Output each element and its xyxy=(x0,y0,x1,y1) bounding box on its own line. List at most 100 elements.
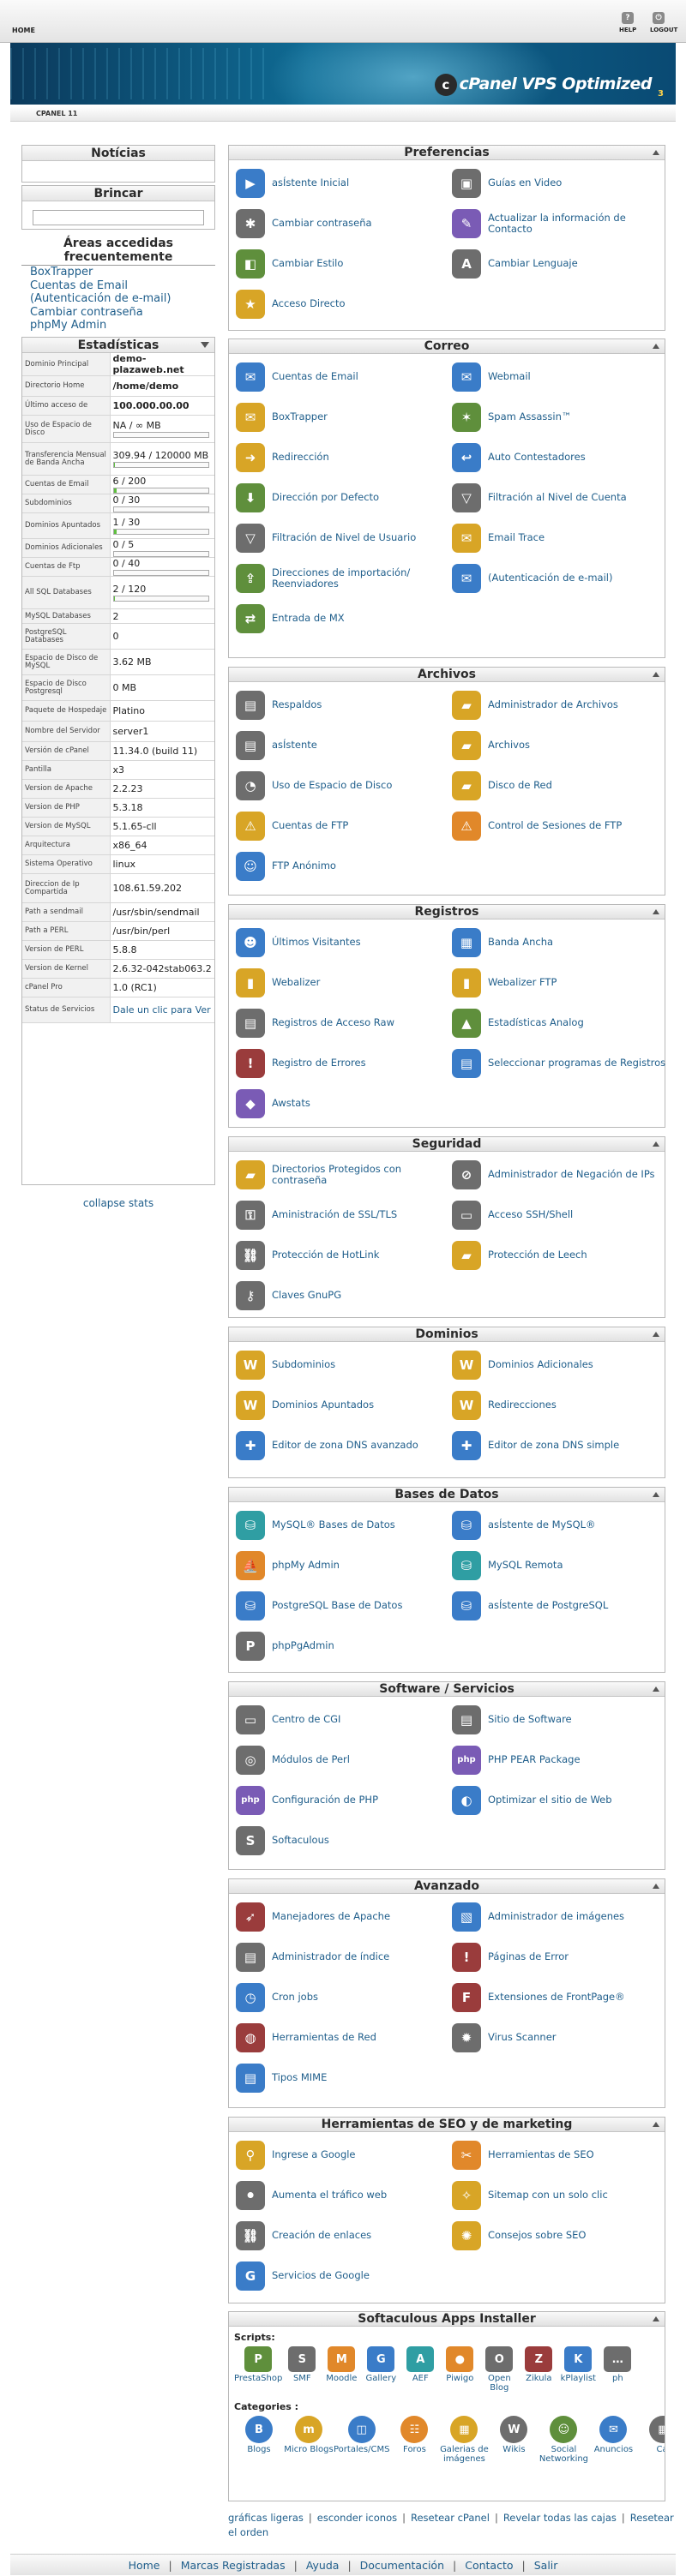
panel-item[interactable]: ➜Redirección xyxy=(236,437,452,477)
panel-item[interactable]: ◷Cron jobs xyxy=(236,1977,452,2017)
panel-item[interactable]: ⛓Creación de enlaces xyxy=(236,2215,452,2255)
panel-item[interactable]: ⚠Control de Sesiones de FTP xyxy=(452,806,668,846)
panel-item[interactable]: ⛵phpMy Admin xyxy=(236,1545,452,1585)
category-item[interactable]: ◫Portales/CMS xyxy=(334,2416,389,2481)
category-item[interactable]: ▦Galerias de imágenes xyxy=(439,2416,489,2481)
panel-item[interactable]: ✉BoxTrapper xyxy=(236,397,452,437)
script-item[interactable]: OOpen Blog xyxy=(479,2346,519,2396)
footer-link[interactable]: Documentación xyxy=(360,2559,444,2572)
panel-item[interactable]: ✹Virus Scanner xyxy=(452,2017,668,2058)
panel-item[interactable]: ACambiar Lenguaje xyxy=(452,243,668,284)
category-item[interactable]: ✉Anuncios xyxy=(588,2416,638,2481)
search-input[interactable] xyxy=(33,210,204,225)
panel-item[interactable]: phpConfiguración de PHP xyxy=(236,1780,452,1820)
panel-item[interactable]: ▦Banda Ancha xyxy=(452,922,668,962)
panel-item[interactable]: ⚿Aministración de SSL/TLS xyxy=(236,1195,452,1235)
panel-collapse-icon[interactable] xyxy=(653,1686,659,1692)
panel-item[interactable]: ▰Archivos xyxy=(452,725,668,765)
panel-item[interactable]: ▰Protección de Leech xyxy=(452,1235,668,1275)
panel-item[interactable]: ✚Editor de zona DNS avanzado xyxy=(236,1425,452,1465)
panel-item[interactable]: ✚Editor de zona DNS simple xyxy=(452,1425,668,1465)
script-item[interactable]: GGallery xyxy=(361,2346,400,2396)
footer-link[interactable]: Home xyxy=(129,2559,160,2572)
frequent-area-link[interactable]: (Autenticación de e-mail) xyxy=(21,292,215,306)
footer-option-link[interactable]: Resetear cPanel xyxy=(411,2512,490,2524)
logout-button[interactable]: ⏻ LOGOUT xyxy=(650,12,667,33)
footer-link[interactable]: Contacto xyxy=(465,2559,513,2572)
panel-item[interactable]: ▰Disco de Red xyxy=(452,765,668,806)
panel-item[interactable]: ⊘Administrador de Negación de IPs xyxy=(452,1154,668,1195)
panel-item[interactable]: ▤Tipos MIME xyxy=(236,2058,452,2098)
panel-item[interactable]: ✂Herramientas de SEO xyxy=(452,2135,668,2175)
panel-item[interactable]: ▽Filtración de Nivel de Usuario xyxy=(236,518,452,558)
panel-item[interactable]: WRedirecciones xyxy=(452,1385,668,1425)
panel-item[interactable]: ▲Estadísticas Analog xyxy=(452,1003,668,1043)
panel-item[interactable]: ◐Optimizar el sitio de Web xyxy=(452,1780,668,1820)
panel-item[interactable]: ▭Centro de CGI xyxy=(236,1699,452,1740)
footer-option-link[interactable]: Revelar todas las cajas xyxy=(503,2512,617,2524)
panel-item[interactable]: ◍Herramientas de Red xyxy=(236,2017,452,2058)
script-item[interactable]: SSMF xyxy=(282,2346,322,2396)
panel-item[interactable]: WDominios Adicionales xyxy=(452,1345,668,1385)
category-item[interactable]: ☷Foros xyxy=(389,2416,439,2481)
help-button[interactable]: ? HELP xyxy=(619,12,636,33)
panel-item[interactable]: ✉(Autenticación de e-mail) xyxy=(452,558,668,598)
panel-item[interactable]: ✉Cuentas de Email xyxy=(236,356,452,397)
panel-item[interactable]: SSoftaculous xyxy=(236,1820,452,1860)
panel-item[interactable]: ➶Manejadores de Apache xyxy=(236,1896,452,1937)
panel-collapse-icon[interactable] xyxy=(653,344,659,349)
panel-collapse-icon[interactable] xyxy=(653,1492,659,1497)
panel-item[interactable]: ▣Guías en Video xyxy=(452,163,668,203)
panel-item[interactable]: ▧Administrador de imágenes xyxy=(452,1896,668,1937)
panel-item[interactable]: ▤Administrador de índice xyxy=(236,1937,452,1977)
panel-item[interactable]: ✱Cambiar contraseña xyxy=(236,203,452,243)
collapse-arrow-icon[interactable] xyxy=(201,342,209,348)
panel-item[interactable]: ▤Sitio de Software xyxy=(452,1699,668,1740)
panel-item[interactable]: ⇪Direcciones de importación/ Reenviadore… xyxy=(236,558,452,598)
panel-item[interactable]: ▰Administrador de Archivos xyxy=(452,685,668,725)
category-item[interactable]: mMicro Blogs xyxy=(284,2416,334,2481)
panel-item[interactable]: ✎Actualizar la información de Contacto xyxy=(452,203,668,243)
footer-link[interactable]: Salir xyxy=(534,2559,558,2572)
panel-item[interactable]: PphpPgAdmin xyxy=(236,1626,452,1666)
panel-item[interactable]: ✧Sitemap con un solo clic xyxy=(452,2175,668,2215)
footer-option-link[interactable]: esconder iconos xyxy=(317,2512,397,2524)
home-link[interactable]: HOME xyxy=(12,27,35,34)
panel-item[interactable]: ◧Cambiar Estilo xyxy=(236,243,452,284)
panel-collapse-icon[interactable] xyxy=(653,150,659,155)
panel-item[interactable]: ⬇Dirección por Defecto xyxy=(236,477,452,518)
panel-item[interactable]: ⛁asÍstente de PostgreSQL xyxy=(452,1585,668,1626)
panel-item[interactable]: ★Acceso Directo xyxy=(236,284,452,324)
collapse-stats-link[interactable]: collapse stats xyxy=(21,1197,215,1209)
panel-item[interactable]: ✺Consejos sobre SEO xyxy=(452,2215,668,2255)
breadcrumb-item[interactable]: CPANEL 11 xyxy=(36,110,77,117)
panel-item[interactable]: ☻Últimos Visitantes xyxy=(236,922,452,962)
panel-item[interactable]: ⛁MySQL Remota xyxy=(452,1545,668,1585)
panel-collapse-icon[interactable] xyxy=(653,1141,659,1147)
panel-item[interactable]: WSubdominios xyxy=(236,1345,452,1385)
panel-item[interactable]: ↩Auto Contestadores xyxy=(452,437,668,477)
panel-collapse-icon[interactable] xyxy=(653,1332,659,1337)
panel-item[interactable]: ◎Módulos de Perl xyxy=(236,1740,452,1780)
frequent-area-link[interactable]: phpMy Admin xyxy=(21,319,215,332)
footer-option-link[interactable]: gráficas ligeras xyxy=(228,2512,304,2524)
panel-item[interactable]: ▮Webalizer xyxy=(236,962,452,1003)
script-item[interactable]: KkPlaylist xyxy=(558,2346,598,2396)
panel-item[interactable]: ✶Spam Assassin™ xyxy=(452,397,668,437)
panel-item[interactable]: FExtensiones de FrontPage® xyxy=(452,1977,668,2017)
panel-item[interactable]: ⚷Claves GnuPG xyxy=(236,1275,452,1315)
script-item[interactable]: PPrestaShop xyxy=(234,2346,282,2396)
panel-item[interactable]: ◔Uso de Espacio de Disco xyxy=(236,765,452,806)
panel-item[interactable]: ✉Email Trace xyxy=(452,518,668,558)
panel-item[interactable]: ☺FTP Anónimo xyxy=(236,846,452,886)
panel-item[interactable]: ⛁MySQL® Bases de Datos xyxy=(236,1505,452,1545)
script-item[interactable]: ●Piwigo xyxy=(440,2346,479,2396)
panel-item[interactable]: ▮Webalizer FTP xyxy=(452,962,668,1003)
footer-link[interactable]: Ayuda xyxy=(306,2559,340,2572)
category-item[interactable]: WWikis xyxy=(489,2416,539,2481)
panel-item[interactable]: ⚠Cuentas de FTP xyxy=(236,806,452,846)
frequent-area-link[interactable]: Cuentas de Email xyxy=(21,279,215,293)
script-item[interactable]: AAEF xyxy=(400,2346,440,2396)
panel-collapse-icon[interactable] xyxy=(653,2316,659,2321)
panel-item[interactable]: ⚫Aumenta el tráfico web xyxy=(236,2175,452,2215)
